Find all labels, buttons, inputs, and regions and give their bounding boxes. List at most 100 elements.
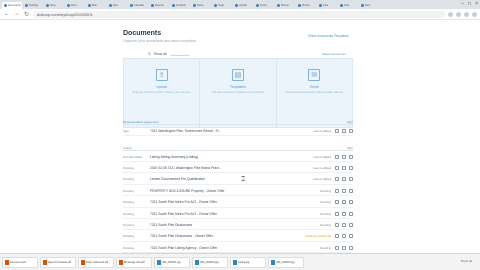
templates-card[interactable]: ▤ Templates Add documents from templates…	[200, 59, 277, 127]
download-item[interactable]: IMG_202001.jpg	[154, 256, 190, 268]
document-name[interactable]: 7321 South Pike Metro Pro A/O - Owner Of…	[150, 200, 240, 204]
download-item[interactable]: IMG_202002.jpg	[192, 256, 228, 268]
document-row[interactable]: Pending 7321 South Pike Metro Pro A/O - O…	[123, 198, 353, 208]
document-row[interactable]: Pending PROPERTY DISCLOSURE Property - Ow…	[123, 186, 353, 197]
edit-icon[interactable]	[335, 200, 339, 205]
maximize-icon[interactable]: □	[468, 1, 471, 7]
document-name[interactable]: 2020 02-08 7321 Washington Pike Brand Pr…	[150, 166, 240, 170]
browser-tab[interactable]: Documents	[2, 2, 22, 9]
browser-tab[interactable]: Tasks	[212, 2, 232, 9]
browser-tab[interactable]: Calendar	[128, 2, 148, 9]
show-all-downloads-link[interactable]: Show all	[461, 259, 472, 263]
browser-tab[interactable]: Sheets	[275, 2, 295, 9]
browser-tab[interactable]: New	[359, 2, 379, 9]
document-name[interactable]: 7321 Washington Pike, Townhomes Rental -…	[150, 129, 240, 133]
folder-action[interactable]: Sign	[347, 146, 353, 150]
edit-icon[interactable]	[335, 128, 339, 133]
document-name[interactable]: 7321 South Pike Metro Pro A/O - Owner Of…	[150, 212, 240, 216]
minimize-icon[interactable]: –	[461, 1, 464, 7]
download-item[interactable]: Brokerage Info.pdf	[116, 256, 152, 268]
share-icon[interactable]	[342, 177, 346, 182]
document-name[interactable]: 7321 South Pike Disclosures	[150, 223, 240, 227]
more-icon[interactable]	[349, 128, 353, 133]
filter-dropdown[interactable]: Show all	[154, 52, 167, 56]
more-icon[interactable]	[349, 165, 353, 170]
download-item[interactable]: IMG_202003.jpg	[268, 256, 304, 268]
browser-tab[interactable]: Settings	[23, 2, 43, 9]
document-row[interactable]: Pending 7321 South Pike Listing Agency - …	[123, 243, 353, 254]
select-documents-link[interactable]: Select documents	[322, 52, 346, 56]
templates-link[interactable]: Templates	[334, 34, 349, 38]
browser-tab[interactable]: Photos	[296, 2, 316, 9]
share-icon[interactable]	[342, 200, 346, 205]
folder-header-representation[interactable]: Representation Agreement Sign	[123, 119, 353, 125]
share-icon[interactable]	[342, 154, 346, 159]
download-item[interactable]: Agent Transactio.pdf	[40, 256, 76, 268]
browser-tab[interactable]: Docs	[65, 2, 85, 9]
document-name[interactable]: 7321 South Pike Listing Agency - Owner O…	[150, 246, 240, 250]
reload-icon[interactable]: ↻	[23, 11, 30, 18]
profile-avatar[interactable]	[464, 11, 469, 17]
folder-action[interactable]: Sign	[347, 120, 353, 124]
edit-icon[interactable]	[335, 222, 339, 227]
browser-tab[interactable]: Files	[107, 2, 127, 9]
close-icon[interactable]: ×	[475, 1, 478, 7]
document-name[interactable]: Lender Documented Pre-Qualification	[150, 177, 240, 181]
browser-tab[interactable]: Drive	[44, 2, 64, 9]
download-item[interactable]: Seller statement.pdf	[78, 256, 114, 268]
menu-icon[interactable]	[472, 11, 477, 17]
folder-header-listing[interactable]: Listing Sign	[123, 145, 353, 151]
more-icon[interactable]	[349, 188, 353, 193]
extension-icon[interactable]	[448, 11, 453, 17]
share-icon[interactable]	[342, 245, 346, 250]
upload-card[interactable]: ⇪ Upload Drag and drop files or click to…	[124, 59, 201, 127]
browser-tab[interactable]: Mail	[86, 2, 106, 9]
address-bar[interactable]: dotloop.com/my/loop/20220001	[33, 10, 445, 18]
edit-icon[interactable]	[335, 211, 339, 216]
document-row[interactable]: Pending 2020 02-08 7321 Washington Pike B…	[123, 163, 353, 174]
browser-tab[interactable]: Upload	[233, 2, 253, 9]
document-row[interactable]: Pending 7321 South Pike Disclosures Pendin…	[123, 220, 353, 231]
share-icon[interactable]	[342, 188, 346, 193]
document-name[interactable]: PROPERTY DISCLOSURE Property - Owner Off…	[150, 189, 240, 193]
more-icon[interactable]	[349, 177, 353, 182]
browser-tab[interactable]: Help	[338, 2, 358, 9]
filter-icon[interactable]: ⚲	[148, 52, 151, 56]
document-row[interactable]: Sign 7321 Washington Pike, Townhomes Rent…	[123, 126, 353, 136]
share-icon[interactable]	[342, 222, 346, 227]
edit-icon[interactable]	[335, 154, 339, 159]
share-icon[interactable]	[342, 211, 346, 216]
document-row[interactable]: Pending 7321 South Pike Metro Pro A/O - O…	[123, 209, 353, 219]
browser-tab[interactable]: Notes	[191, 2, 211, 9]
download-item[interactable]: Listing.jpg	[230, 256, 266, 268]
browser-tab[interactable]: Chat	[317, 2, 337, 9]
share-icon[interactable]	[342, 165, 346, 170]
browser-tab[interactable]: Contacts	[170, 2, 190, 9]
share-icon[interactable]	[342, 128, 346, 133]
browser-tab[interactable]: Reports	[149, 2, 169, 9]
document-row[interactable]: Pending 7321 South Pike Disclosures - Own…	[123, 232, 353, 242]
extension-icon[interactable]	[456, 11, 461, 17]
document-row[interactable]: Not Submitted Listing Selling Summary (Li…	[123, 152, 353, 162]
more-icon[interactable]	[349, 234, 353, 239]
document-row[interactable]: Pending Lender Documented Pre-Qualificati…	[123, 175, 353, 185]
more-icon[interactable]	[349, 222, 353, 227]
document-name[interactable]: Listing Selling Summary (Listing)	[150, 155, 240, 159]
share-icon[interactable]	[342, 234, 346, 239]
forward-icon[interactable]: →	[13, 11, 20, 18]
edit-icon[interactable]	[335, 177, 339, 182]
edit-icon[interactable]	[335, 188, 339, 193]
download-item[interactable]: Document.pdf	[2, 256, 38, 268]
more-icon[interactable]	[349, 154, 353, 159]
edit-icon[interactable]	[335, 165, 339, 170]
back-icon[interactable]: ←	[3, 11, 10, 18]
edit-icon[interactable]	[335, 245, 339, 250]
browser-tab[interactable]: Forms	[254, 2, 274, 9]
more-icon[interactable]	[349, 211, 353, 216]
more-icon[interactable]	[349, 200, 353, 205]
edit-icon[interactable]	[335, 234, 339, 239]
email-card[interactable]: ✉ Email Email documents directly to this…	[277, 59, 352, 127]
share-documents-link[interactable]: Share documents	[308, 34, 333, 38]
more-icon[interactable]	[349, 245, 353, 250]
document-name[interactable]: 7321 South Pike Disclosures - Owner Offe…	[150, 234, 240, 238]
